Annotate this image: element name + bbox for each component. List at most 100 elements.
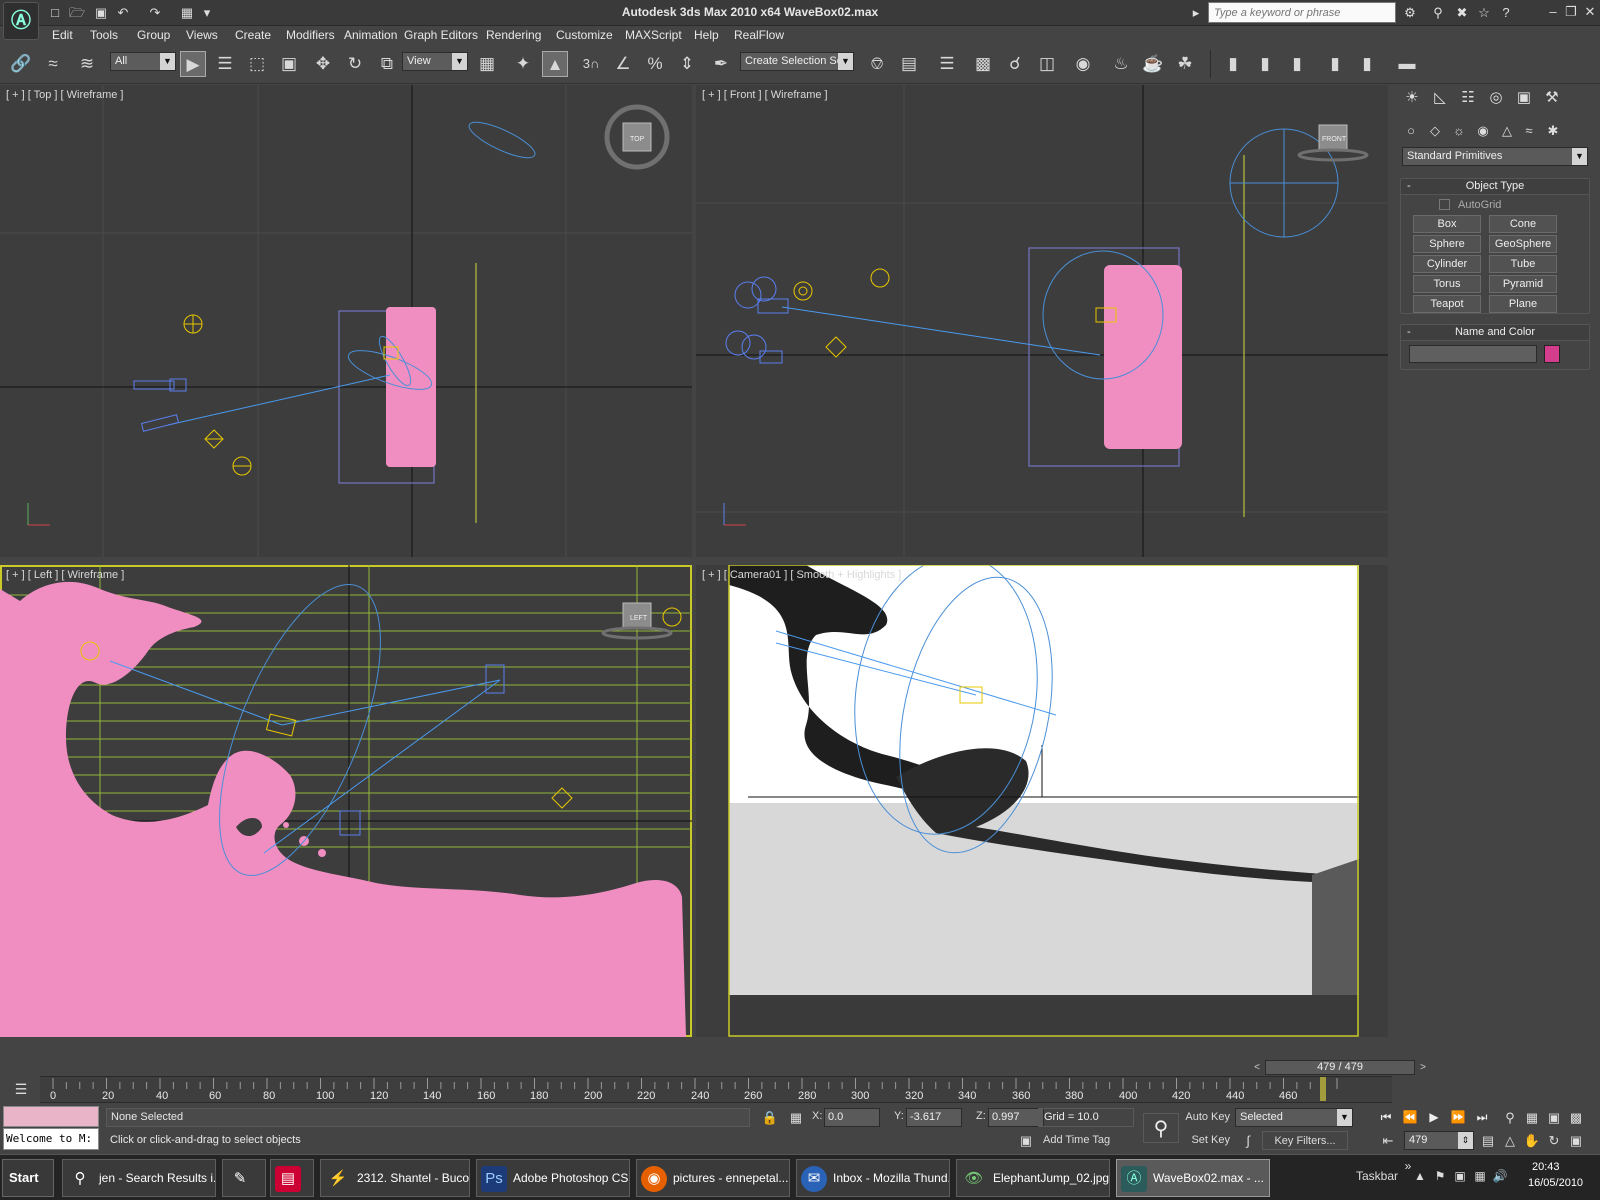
go-to-end-icon[interactable]: ⏭ <box>1472 1108 1492 1127</box>
curve-editor-icon[interactable]: ☌ <box>1002 51 1028 77</box>
layer-manager-icon[interactable]: ☰ <box>934 51 960 77</box>
trackbar[interactable]: 0 20 40 60 80 100 120 140 160 180 200 22… <box>40 1076 1392 1103</box>
help-search-input[interactable] <box>1209 3 1395 22</box>
render-setup-icon[interactable]: ♨ <box>1108 51 1134 77</box>
object-type-header[interactable]: - Object Type <box>1401 179 1589 195</box>
display-icon[interactable]: ▣ <box>1452 1169 1468 1185</box>
search-field-wrapper[interactable] <box>1208 2 1396 23</box>
viewport-front[interactable]: [ + ] [ Front ] [ Wireframe ] FRONT <box>696 85 1388 557</box>
mini-curve-editor-icon[interactable]: ☰ <box>10 1081 32 1101</box>
menu-animation[interactable]: Animation <box>344 28 397 42</box>
autogrid-checkbox[interactable]: AutoGrid <box>1439 199 1501 211</box>
menu-group[interactable]: Group <box>137 28 170 42</box>
viewport-left[interactable]: [ + ] [ Left ] [ Wireframe ] LEFT <box>0 565 692 1037</box>
angle-snap-icon[interactable]: ∠ <box>610 51 636 77</box>
named-selection-dropdown[interactable]: Create Selection Se ▼ <box>740 52 854 71</box>
subscription-center-icon[interactable]: ⚲ <box>1428 3 1448 22</box>
close-icon[interactable]: ✕ <box>1581 3 1599 21</box>
cameras-icon[interactable]: ◉ <box>1472 120 1494 142</box>
taskbar-item-image-viewer[interactable]: 👁 ElephantJump_02.jpg... <box>956 1159 1110 1197</box>
systems-icon[interactable]: ✱ <box>1542 120 1564 142</box>
taskbar-item-2312-shantel[interactable]: ⚡ 2312. Shantel - Buco... <box>320 1159 470 1197</box>
realflow-bin-mesh-icon[interactable]: ▮ <box>1322 51 1348 77</box>
keyboard-shortcut-override-icon[interactable]: ▲ <box>542 51 568 77</box>
viewport-left-label[interactable]: [ + ] [ Left ] [ Wireframe ] <box>6 569 124 581</box>
tube-button[interactable]: Tube <box>1489 255 1557 273</box>
geometry-icon[interactable]: ○ <box>1400 120 1422 142</box>
application-menu-button[interactable]: Ⓐ <box>3 2 39 40</box>
unlink-selection-icon[interactable]: ≈ <box>40 51 66 77</box>
time-slider[interactable]: 479 / 479 <box>1265 1060 1415 1075</box>
viewport-camera-label[interactable]: [ + ] [ Camera01 ] [ Smooth + Highlights… <box>702 569 901 581</box>
select-and-scale-icon[interactable]: ⧉ <box>374 51 400 77</box>
menu-realflow[interactable]: RealFlow <box>734 28 784 42</box>
auto-key-button[interactable]: Auto Key <box>1184 1108 1230 1127</box>
favorites-star-icon[interactable]: ☆ <box>1474 3 1494 22</box>
torus-button[interactable]: Torus <box>1413 275 1481 293</box>
save-file-icon[interactable]: ▣ <box>92 4 110 21</box>
menu-help[interactable]: Help <box>694 28 719 42</box>
viewport-front-label[interactable]: [ + ] [ Front ] [ Wireframe ] <box>702 89 828 101</box>
display-tab-icon[interactable]: ▣ <box>1512 86 1536 110</box>
sphere-button[interactable]: Sphere <box>1413 235 1481 253</box>
next-frame-icon[interactable]: ⏩ <box>1448 1108 1468 1127</box>
realflow-particles-icon[interactable]: ▮ <box>1284 51 1310 77</box>
menu-tools[interactable]: Tools <box>90 28 118 42</box>
cylinder-button[interactable]: Cylinder <box>1413 255 1481 273</box>
time-slider-prev-icon[interactable]: < <box>1250 1060 1264 1075</box>
y-coordinate-field[interactable]: -3.617 <box>906 1108 962 1127</box>
create-tab-icon[interactable]: ☀ <box>1400 86 1424 110</box>
spinner-snap-icon[interactable]: ⇕ <box>674 51 700 77</box>
select-by-name-icon[interactable]: ☰ <box>212 51 238 77</box>
box-button[interactable]: Box <box>1413 215 1481 233</box>
volume-icon[interactable]: 🔊 <box>1492 1169 1508 1185</box>
time-slider-next-icon[interactable]: > <box>1416 1060 1430 1075</box>
realflow-graph-icon[interactable]: ▬ <box>1394 51 1420 77</box>
quick-render-icon[interactable]: ☘ <box>1172 51 1198 77</box>
taskbar-item-firefox[interactable]: ◉ pictures - ennepetal... <box>636 1159 790 1197</box>
zoom-extents-icon[interactable]: ▣ <box>1544 1108 1564 1128</box>
object-color-swatch[interactable] <box>1544 345 1560 363</box>
realflow-export-icon[interactable]: ▮ <box>1252 51 1278 77</box>
lights-icon[interactable]: ☼ <box>1448 120 1470 142</box>
taskbar-item-3ds-max[interactable]: Ⓐ WaveBox02.max - ... <box>1116 1159 1270 1197</box>
object-category-dropdown[interactable]: Standard Primitives ▼ <box>1402 147 1588 166</box>
hierarchy-tab-icon[interactable]: ☷ <box>1456 86 1480 110</box>
z-coordinate-field[interactable]: 0.997 <box>988 1108 1044 1127</box>
pivot-center-icon[interactable]: ▦ <box>474 51 500 77</box>
name-and-color-header[interactable]: - Name and Color <box>1401 325 1589 341</box>
menu-edit[interactable]: Edit <box>52 28 73 42</box>
realflow-scene-icon[interactable]: ▮ <box>1220 51 1246 77</box>
redo-icon[interactable]: ↷ <box>146 4 164 21</box>
zoom-all-icon[interactable]: ▦ <box>1522 1108 1542 1128</box>
shapes-icon[interactable]: ◇ <box>1424 120 1446 142</box>
select-and-rotate-icon[interactable]: ↻ <box>342 51 368 77</box>
modify-tab-icon[interactable]: ◺ <box>1428 86 1452 110</box>
plane-button[interactable]: Plane <box>1489 295 1557 313</box>
percent-snap-icon[interactable]: % <box>642 51 668 77</box>
schematic-view-icon[interactable]: ◫ <box>1034 51 1060 77</box>
menu-customize[interactable]: Customize <box>556 28 613 42</box>
taskbar-item-notepad[interactable]: ✎ <box>222 1159 266 1197</box>
viewcube-left-face[interactable]: LEFT <box>630 615 648 622</box>
restore-icon[interactable]: ❐ <box>1562 3 1580 21</box>
key-filters-button[interactable]: Key Filters... <box>1262 1131 1348 1150</box>
cone-button[interactable]: Cone <box>1489 215 1557 233</box>
clock-date[interactable]: 16/05/2010 <box>1528 1177 1583 1189</box>
rendered-frame-window-icon[interactable]: ☕ <box>1140 51 1166 77</box>
zoom-icon[interactable]: ⚲ <box>1500 1108 1520 1128</box>
realflow-bin-import-icon[interactable]: ▮ <box>1354 51 1380 77</box>
taskbar-item-thunderbird[interactable]: ✉ Inbox - Mozilla Thund... <box>796 1159 950 1197</box>
previous-frame-icon[interactable]: ⏪ <box>1400 1108 1420 1127</box>
add-time-tag-button[interactable]: Add Time Tag <box>1038 1131 1136 1150</box>
graphite-modeling-tools-icon[interactable]: ▩ <box>970 51 996 77</box>
maximize-viewport-icon[interactable]: ▣ <box>1566 1131 1586 1151</box>
taskbar-item-presentation[interactable]: ▤ <box>270 1159 314 1197</box>
pan-view-icon[interactable]: ✋ <box>1522 1131 1542 1151</box>
rectangular-selection-icon[interactable]: ⬚ <box>244 51 270 77</box>
helpers-icon[interactable]: △ <box>1496 120 1518 142</box>
pyramid-button[interactable]: Pyramid <box>1489 275 1557 293</box>
time-tag-icon[interactable]: ▣ <box>1016 1131 1036 1151</box>
open-file-icon[interactable]: 🗁 <box>68 4 86 21</box>
quick-access-dropdown-icon[interactable]: ▾ <box>198 4 216 21</box>
